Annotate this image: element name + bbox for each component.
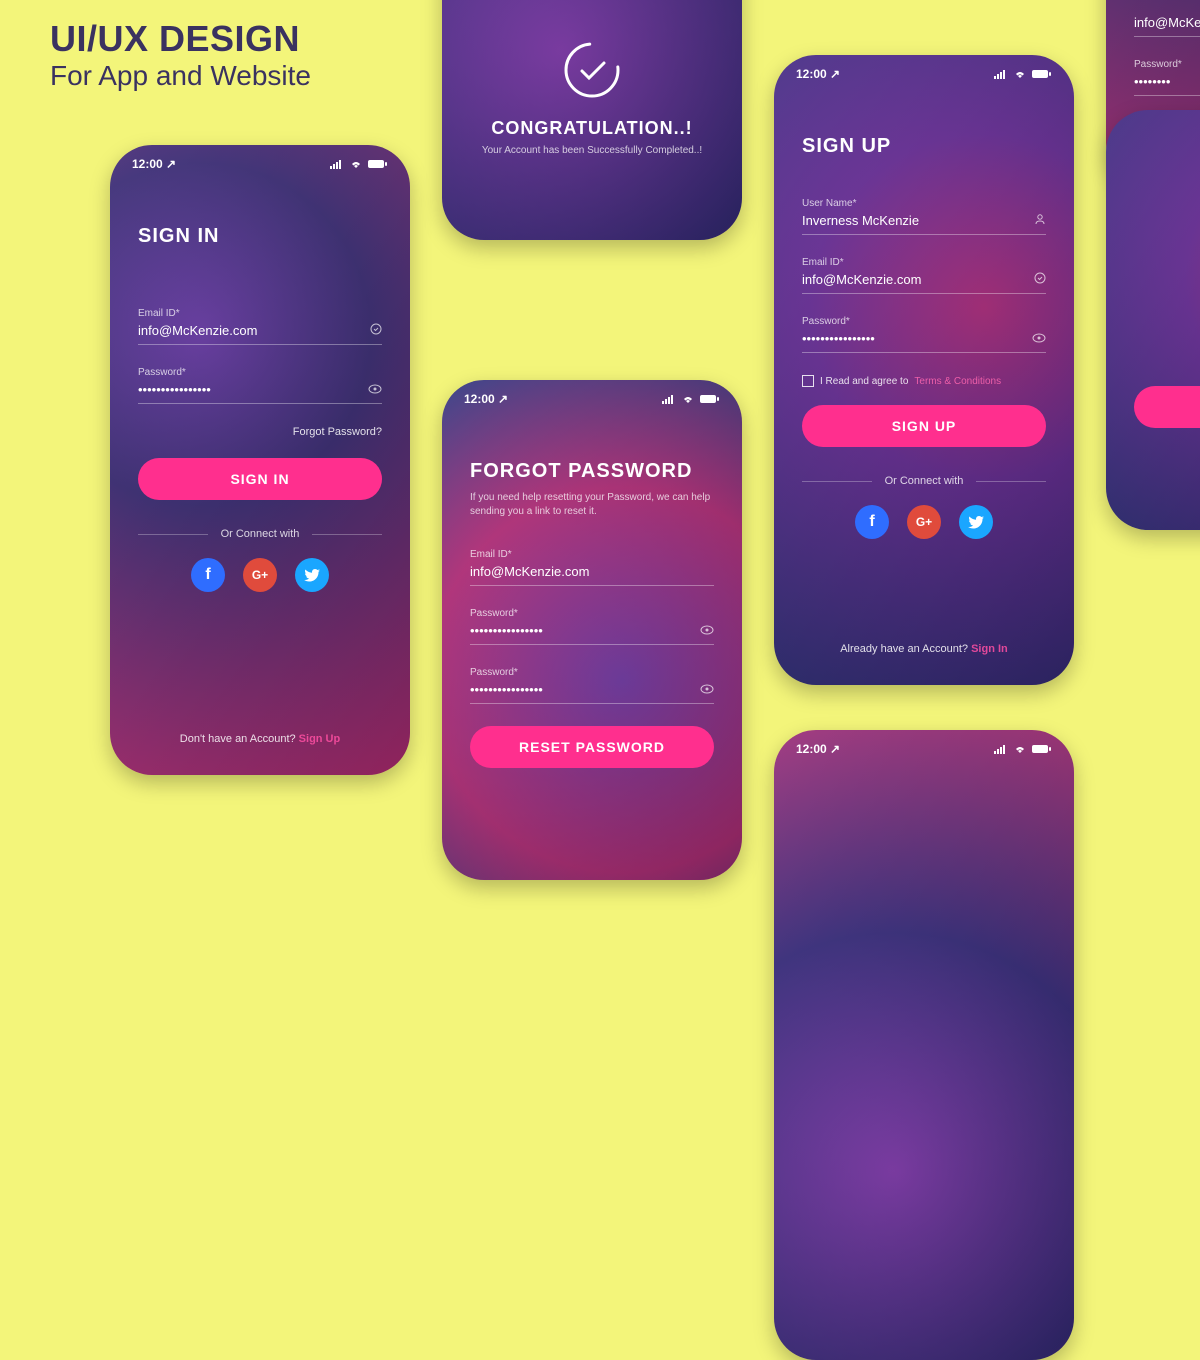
status-icons [994, 744, 1052, 754]
password-label: Password* [802, 316, 1046, 327]
email-field[interactable]: Email ID* info@McKenzie.com [470, 549, 714, 586]
email-value: info@McKenzie.com [1134, 15, 1200, 30]
signup-button[interactable]: SIGN UP [802, 405, 1046, 447]
password-field[interactable]: Password* •••••••••••••••• [138, 367, 382, 404]
google-icon[interactable]: G+ [243, 558, 277, 592]
username-field[interactable]: User Name* Inverness McKenzie [802, 198, 1046, 235]
facebook-icon[interactable]: f [191, 558, 225, 592]
email-value: info@McKenzie.com [470, 564, 589, 579]
email-field[interactable]: info@McKenzie.com [1134, 15, 1200, 37]
username-value: Inverness McKenzie [802, 213, 919, 228]
email-field[interactable]: Email ID* info@McKenzie.com [802, 257, 1046, 294]
password-field[interactable]: Password* •••••••••••••••• [802, 316, 1046, 353]
screen-title: FORGOT PASSWORD [470, 460, 714, 483]
checkbox-icon[interactable] [802, 375, 814, 387]
connect-divider: Or Connect with [138, 528, 382, 540]
eye-icon[interactable] [368, 382, 382, 397]
signin-link[interactable]: Sign In [971, 643, 1008, 655]
screen-congrats: CONGRATULATION..! Your Account has been … [442, 0, 742, 240]
signup-link[interactable]: Sign Up [299, 733, 341, 745]
password-value: •••••••••••••••• [802, 331, 875, 346]
terms-row[interactable]: I Read and agree to Terms & Conditions [802, 375, 1046, 387]
screen-title: SIGN IN [138, 225, 382, 248]
email-label: Email ID* [138, 308, 382, 319]
email-field[interactable]: Email ID* info@McKenzie.com [138, 308, 382, 345]
password-value: •••••••••••••••• [470, 623, 543, 638]
twitter-icon[interactable] [959, 505, 993, 539]
wifi-icon [1013, 744, 1027, 754]
email-value: info@McKenzie.com [138, 323, 257, 338]
screen-signin: 12:00 ↗ SIGN IN Email ID* info@McKenzie.… [110, 145, 410, 775]
status-bar: 12:00 ↗ [774, 742, 1074, 756]
screen-signup: 12:00 ↗ SIGN UP User Name* Inverness McK… [774, 55, 1074, 685]
footer-text: Don't [1134, 488, 1200, 500]
eye-icon[interactable] [700, 623, 714, 638]
reset-password-button[interactable]: RESET PASSWORD [470, 726, 714, 768]
email-label: Email ID* [470, 549, 714, 560]
password2-field[interactable]: Password* •••••••••••••••• [470, 667, 714, 704]
congrats-subtitle: Your Account has been Successfully Compl… [482, 145, 702, 156]
user-icon [1034, 213, 1046, 228]
page-headline: UI/UX DESIGN For App and Website [50, 18, 311, 92]
screen-title: SIGN UP [802, 135, 1046, 158]
username-label: User Name* [802, 198, 1046, 209]
password-label: Password* [470, 608, 714, 619]
email-label: Email ID* [802, 257, 1046, 268]
password-value: •••••••• [1134, 74, 1170, 89]
password-label: Password* [138, 367, 382, 378]
action-button[interactable] [1134, 386, 1200, 428]
check-icon [370, 323, 382, 338]
screen-partial-bottom: 12:00 ↗ [774, 730, 1074, 1360]
eye-icon[interactable] [1032, 331, 1046, 346]
forgot-hint: If you need help resetting your Password… [470, 491, 714, 519]
battery-icon [1032, 744, 1052, 754]
screen-partial-right: Don't [1106, 110, 1200, 530]
headline-subtitle: For App and Website [50, 60, 311, 92]
email-value: info@McKenzie.com [802, 272, 921, 287]
password-label: Password* [1134, 59, 1200, 70]
headline-title: UI/UX DESIGN [50, 18, 311, 60]
forgot-password-link[interactable]: Forgot Password? [138, 426, 382, 438]
password-field[interactable]: Password* •••••••••••••••• [470, 608, 714, 645]
terms-prefix: I Read and agree to [820, 376, 908, 387]
signin-button[interactable]: SIGN IN [138, 458, 382, 500]
footer-text: Already have an Account? Sign In [802, 643, 1046, 655]
google-icon[interactable]: G+ [907, 505, 941, 539]
footer-text: Don't have an Account? Sign Up [138, 733, 382, 745]
password-value: •••••••••••••••• [138, 382, 211, 397]
password2-value: •••••••••••••••• [470, 682, 543, 697]
password2-label: Password* [470, 667, 714, 678]
twitter-icon[interactable] [295, 558, 329, 592]
status-time: 12:00 ↗ [796, 742, 840, 756]
connect-divider: Or Connect with [802, 475, 1046, 487]
signal-icon [994, 744, 1008, 754]
terms-link[interactable]: Terms & Conditions [914, 376, 1001, 387]
check-icon [1034, 272, 1046, 287]
facebook-icon[interactable]: f [855, 505, 889, 539]
congrats-title: CONGRATULATION..! [491, 118, 692, 139]
password-field[interactable]: Password* •••••••• [1134, 59, 1200, 96]
success-check-icon [562, 40, 622, 100]
screen-forgot-password: 12:00 ↗ FORGOT PASSWORD If you need help… [442, 380, 742, 880]
eye-icon[interactable] [700, 682, 714, 697]
